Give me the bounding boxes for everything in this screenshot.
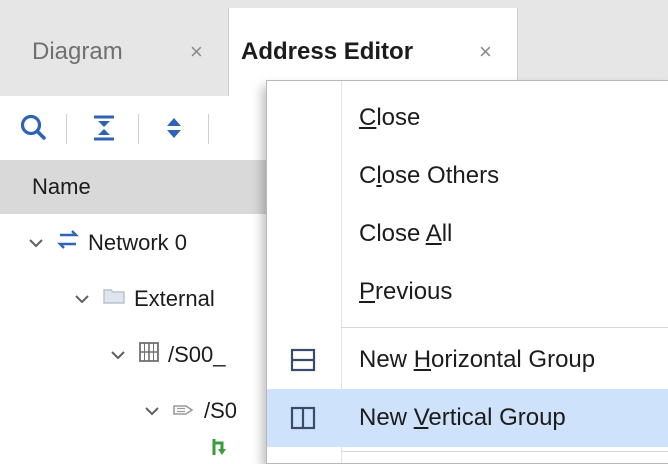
menu-separator [341, 451, 668, 452]
toolbar-separator [66, 114, 67, 144]
interface-icon [172, 398, 196, 424]
horizontal-group-icon [289, 347, 317, 373]
folder-icon [102, 286, 126, 312]
menu-item-close-others[interactable]: Close Others [267, 147, 668, 205]
tab-address-editor-label: Address Editor [241, 38, 414, 65]
tab-context-menu: Close Close Others Close All Previous Ne… [266, 80, 668, 464]
chevron-down-icon[interactable] [110, 345, 138, 366]
menu-item-close[interactable]: Close [267, 89, 668, 147]
tab-diagram[interactable]: Diagram × [0, 8, 228, 96]
column-header-label: Name [32, 174, 91, 199]
menu-item-label: Close [359, 104, 421, 131]
menu-item-new-vertical-group[interactable]: New Vertical Group [267, 389, 668, 447]
search-icon[interactable] [14, 108, 54, 148]
menu-item-label: Close Others [359, 162, 500, 189]
tree-row-label: /S0 [204, 398, 238, 423]
chevron-down-icon[interactable] [74, 289, 102, 310]
tab-diagram-close-icon[interactable]: × [190, 39, 203, 65]
tree-row-label: External [134, 286, 215, 311]
grid-block-icon [138, 341, 160, 369]
tree-row-label: /S00_ [168, 342, 226, 367]
toolbar-separator [138, 114, 139, 144]
toolbar-separator [208, 114, 209, 144]
menu-item-label: Previous [359, 278, 453, 305]
tree-row-label: Network 0 [88, 230, 188, 255]
vertical-group-icon [289, 405, 317, 431]
chevron-down-icon[interactable] [28, 233, 56, 254]
tab-diagram-label: Diagram [32, 38, 123, 65]
chevron-down-icon[interactable] [144, 401, 172, 422]
collapse-all-icon[interactable] [84, 108, 124, 148]
menu-item-label: New Vertical Group [359, 404, 566, 431]
menu-item-new-horizontal-group[interactable]: New Horizontal Group [267, 331, 668, 389]
tab-address-editor-close-icon[interactable]: × [479, 39, 492, 65]
port-icon [208, 435, 228, 463]
menu-item-label: Close All [359, 220, 453, 247]
expand-all-icon[interactable] [154, 108, 194, 148]
menu-item-previous[interactable]: Previous [267, 263, 668, 321]
network-icon [56, 228, 80, 258]
menu-item-label: New Horizontal Group [359, 346, 596, 373]
menu-item-close-all[interactable]: Close All [267, 205, 668, 263]
menu-separator [341, 327, 668, 328]
